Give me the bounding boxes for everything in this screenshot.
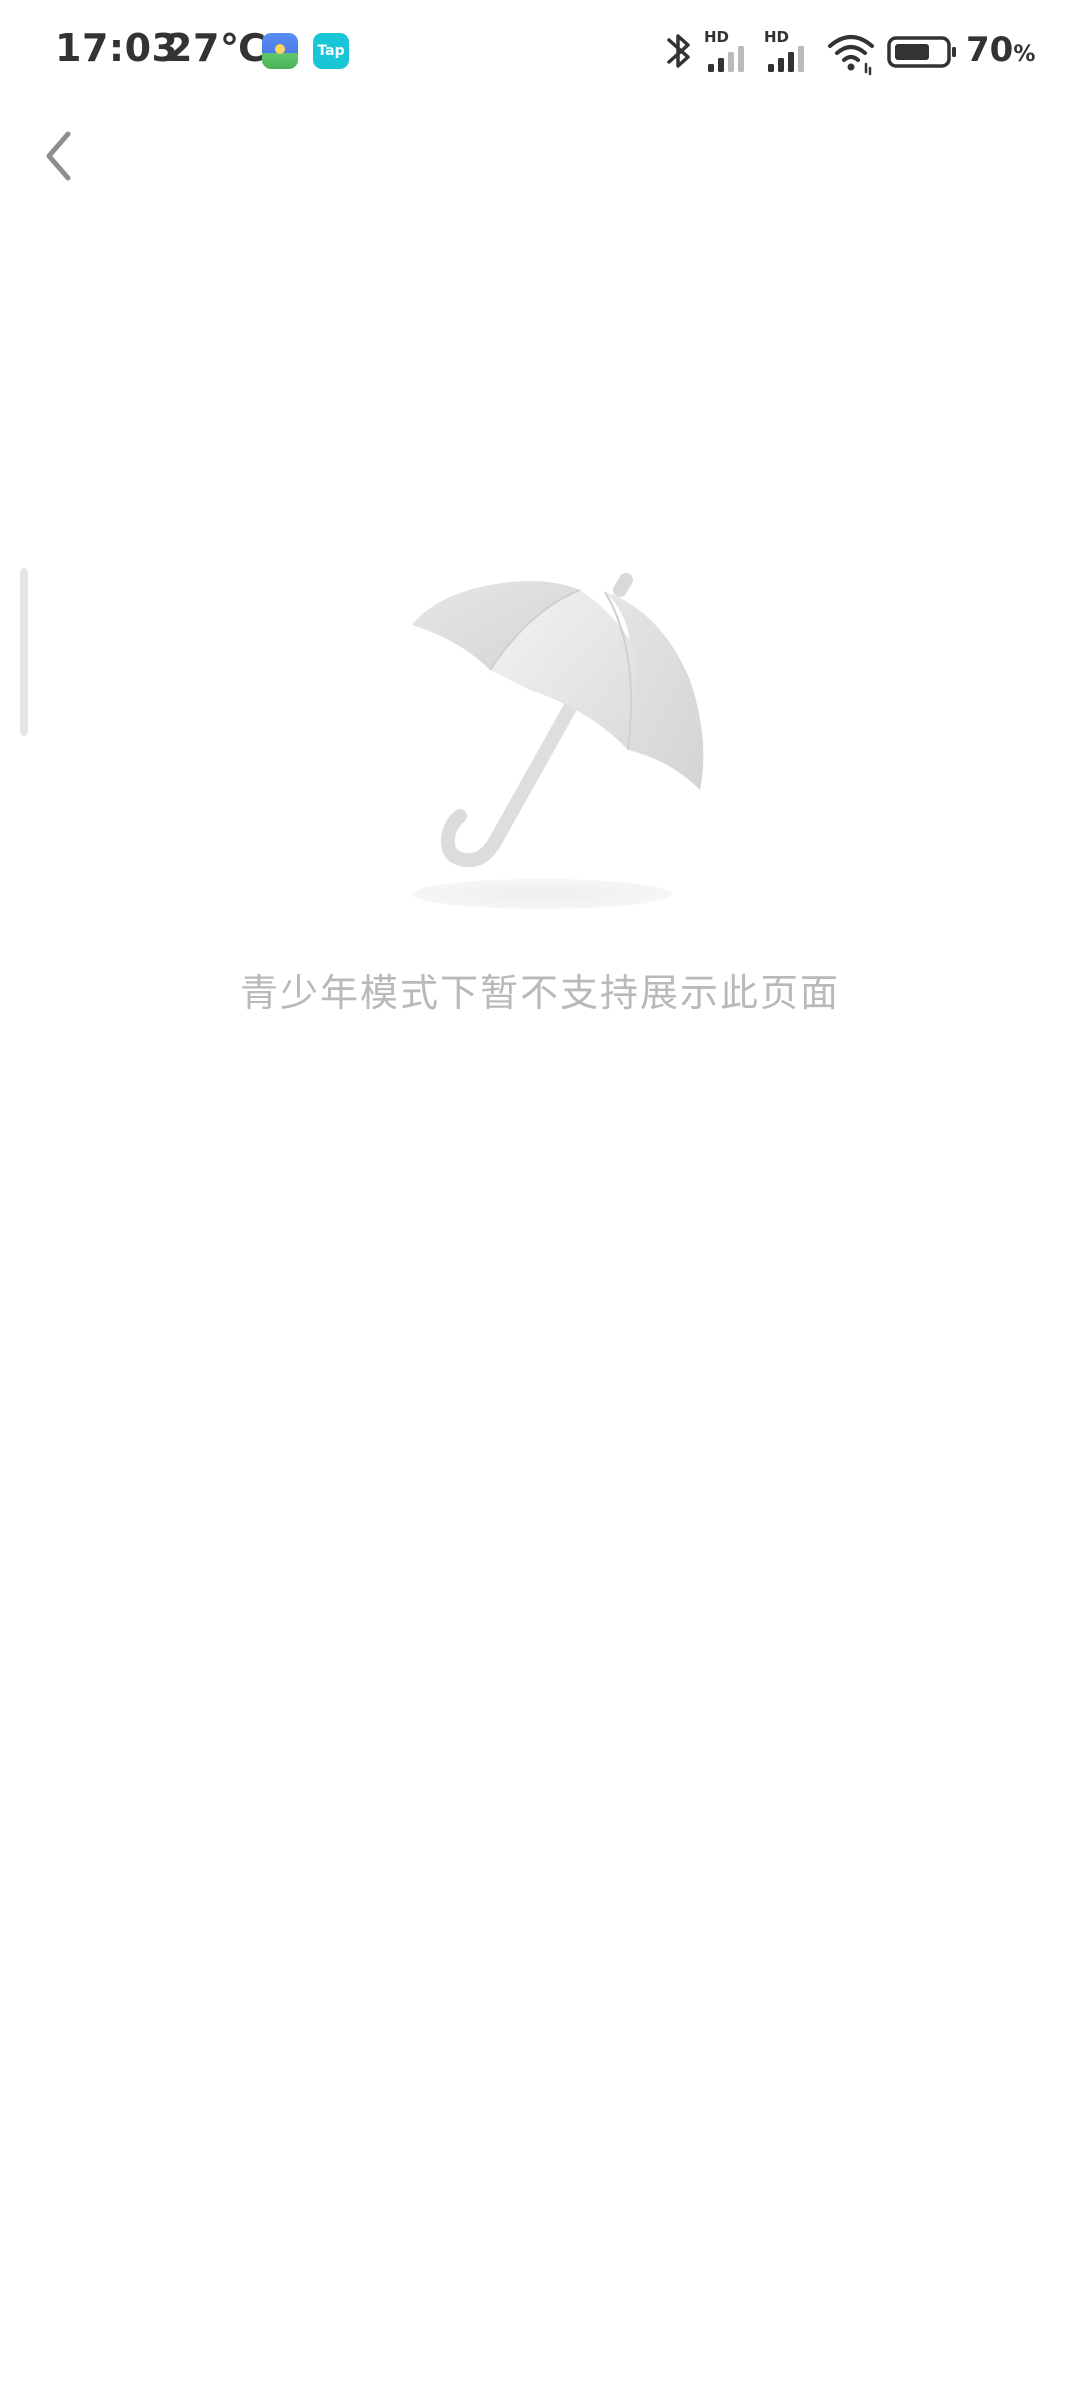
signal-hd-label: HD (764, 28, 789, 46)
tap-app-icon: Tap (313, 33, 349, 69)
status-bar: 17:03 27℃ Tap HD HD 70% (0, 0, 1080, 104)
umbrella-icon (400, 570, 720, 920)
empty-state-message: 青少年模式下暂不支持展示此页面 (239, 971, 840, 1015)
battery-unit: % (1013, 42, 1036, 67)
screen: 17:03 27℃ Tap HD HD 70% 青少年模式下暂不支持展示此页面 (0, 0, 1080, 2400)
status-time: 17:03 (55, 26, 179, 70)
signal-hd-icon: HD (762, 26, 818, 76)
signal-hd-icon: HD (702, 26, 758, 76)
chevron-left-icon (46, 131, 71, 181)
scroll-indicator (20, 568, 28, 736)
signal-hd-label: HD (704, 28, 729, 46)
battery-icon (886, 26, 960, 76)
status-temperature: 27℃ (166, 26, 267, 70)
battery-value: 70 (966, 30, 1014, 70)
back-button[interactable] (30, 120, 90, 190)
wifi-icon (826, 26, 878, 76)
gallery-app-icon (262, 33, 298, 69)
battery-percentage: 70% (966, 30, 1035, 70)
bluetooth-icon (664, 26, 694, 76)
